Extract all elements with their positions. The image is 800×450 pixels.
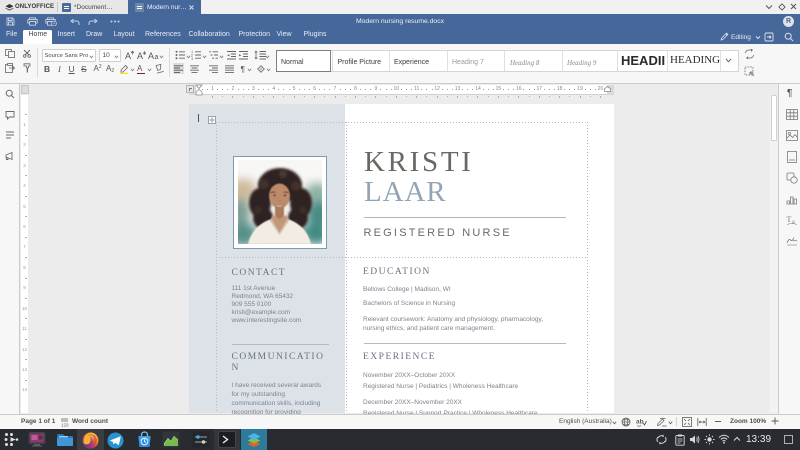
svg-text:A: A bbox=[148, 51, 154, 60]
svg-text:A: A bbox=[137, 51, 143, 60]
svg-text:a: a bbox=[792, 220, 795, 226]
svg-text:123: 123 bbox=[61, 422, 69, 427]
svg-text:T: T bbox=[787, 215, 792, 224]
svg-text:A: A bbox=[125, 51, 131, 60]
svg-text:a: a bbox=[155, 54, 159, 60]
svg-text:ab: ab bbox=[636, 418, 644, 425]
svg-text:3: 3 bbox=[191, 57, 193, 60]
